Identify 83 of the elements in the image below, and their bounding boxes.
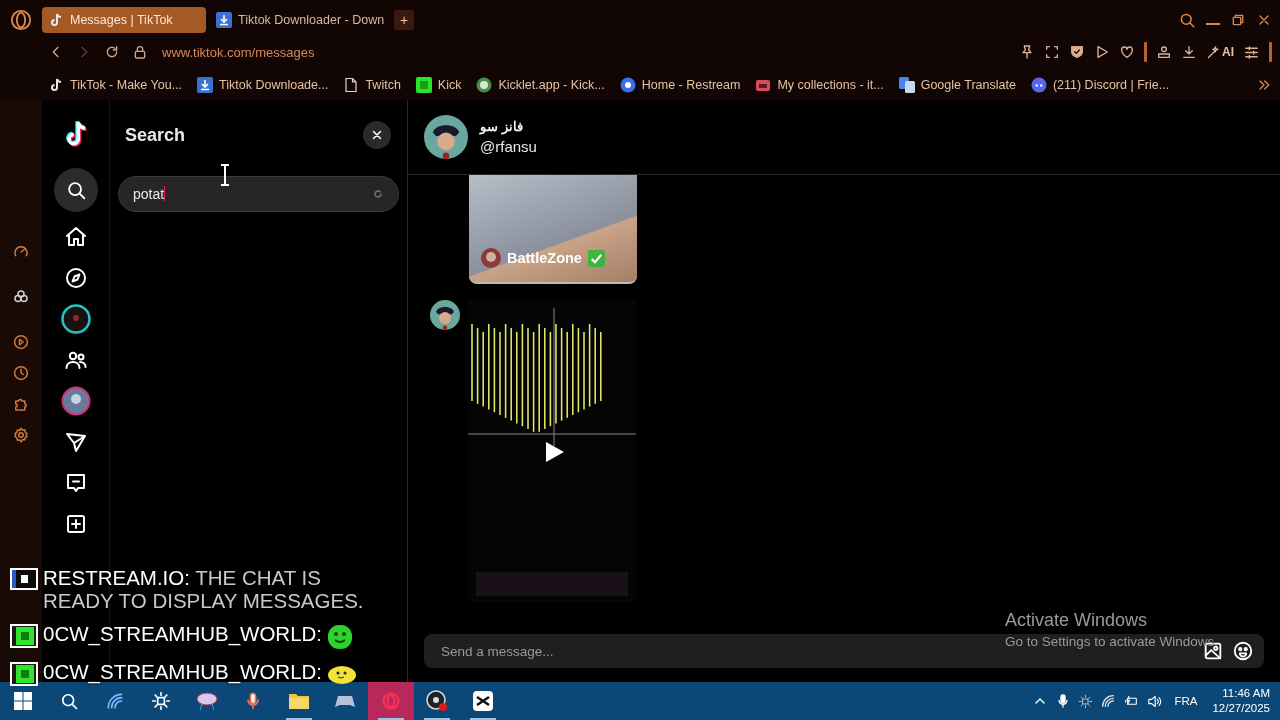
document-icon (343, 77, 360, 93)
play-icon (1094, 44, 1110, 60)
chat-logo-icon (1030, 77, 1047, 93)
browser-logo-icon[interactable] (10, 9, 32, 31)
bookmark[interactable]: Tiktok Downloade... (197, 77, 329, 93)
download-icon (216, 12, 232, 28)
home-icon (63, 224, 88, 249)
chat-message: 0CW_STREAMHUB_WORLD: (43, 622, 323, 645)
shield-icon (1069, 44, 1085, 60)
chat-message: 0CW_STREAMHUB_WORLD: (43, 660, 323, 683)
new-tab-button[interactable]: + (394, 10, 415, 30)
bookmark[interactable]: Kicklet.app - Kick... (476, 77, 605, 93)
contact-name: فانز سو (480, 119, 524, 134)
bookmark[interactable]: Google Translate (898, 77, 1016, 93)
history-icon (12, 363, 30, 382)
recorder-icon (426, 690, 448, 712)
emoji-icon (1232, 640, 1254, 662)
browser-tab[interactable]: Messages | TikTok (42, 7, 206, 33)
video-message[interactable] (468, 300, 636, 602)
music-note-icon (48, 12, 64, 28)
spinner-icon (372, 188, 384, 200)
activation-text: Go to Settings to activate Windows. (1005, 634, 1219, 649)
bookmark[interactable]: Home - Restream (619, 77, 741, 93)
maximize-icon (1230, 12, 1246, 28)
nav-item[interactable] (53, 168, 98, 212)
play-icon[interactable] (544, 440, 566, 464)
reload-icon (104, 44, 120, 60)
translate-icon (898, 77, 915, 93)
folder-icon (288, 692, 310, 710)
capture-icon (151, 691, 171, 711)
lock-icon (132, 44, 148, 60)
circle-logo-icon (619, 77, 636, 93)
avatar-icon (430, 300, 460, 330)
avatar-icon (481, 248, 501, 268)
browser-tab[interactable]: Tiktok Downloader - Down (210, 7, 391, 33)
heart-icon (1119, 44, 1135, 60)
ai-button[interactable]: AI (1206, 44, 1234, 60)
search-field[interactable]: potat (118, 176, 399, 212)
text-cursor-icon (220, 164, 230, 186)
bookmark[interactable]: TikTok - Make You... (48, 77, 183, 93)
compass-icon (63, 265, 88, 290)
windows-logo-icon (14, 692, 32, 710)
menu-icon (1243, 43, 1260, 61)
play-circle-icon (12, 332, 30, 351)
logo-icon (10, 662, 38, 686)
dish-icon (196, 690, 218, 712)
account-icon (1156, 44, 1172, 60)
language-indicator[interactable]: FRA (1174, 695, 1198, 707)
browser-logo-icon (381, 691, 401, 711)
address-bar-url[interactable]: www.tiktok.com/messages (162, 44, 315, 60)
logo-icon (10, 624, 38, 648)
broadcast-icon (105, 691, 125, 711)
music-note-icon (48, 77, 64, 93)
search-icon (1178, 11, 1196, 29)
bookmark[interactable]: Twitch (343, 77, 401, 93)
square-icon (415, 77, 432, 93)
brightness-icon (1078, 693, 1094, 709)
bookmark[interactable]: My collections - it... (755, 77, 884, 93)
panel-title: Search (125, 124, 186, 146)
logo-icon (10, 568, 38, 590)
box-icon (755, 77, 772, 93)
circle-logo-icon (476, 77, 493, 93)
wifi-icon (1100, 693, 1117, 709)
pin-icon (1019, 44, 1035, 60)
contact-handle: @rfansu (480, 138, 537, 155)
close-icon (370, 128, 384, 142)
video-caption: BattleZone (507, 250, 582, 266)
bookmark[interactable]: (211) Discord | Frie... (1030, 77, 1170, 93)
avatar-icon (424, 115, 468, 159)
clock[interactable]: 11:46 AM 12/27/2025 (1212, 686, 1270, 716)
chat-message: RESTREAM.IO: THE CHAT IS READY TO DISPLAY MESSAGES. (43, 566, 365, 612)
settings-icon (12, 425, 30, 444)
close-button[interactable] (363, 121, 391, 149)
avatar-icon (60, 303, 91, 334)
download-icon (197, 77, 214, 93)
activation-title: Activate Windows (1005, 610, 1149, 631)
search-icon (59, 691, 79, 711)
screenshot-icon (1044, 44, 1060, 60)
avatar-icon (60, 385, 91, 416)
wand-icon (1206, 44, 1221, 60)
editor-app-icon (473, 691, 493, 711)
bookmark[interactable]: Kick (415, 77, 462, 93)
download-icon (1181, 44, 1197, 60)
